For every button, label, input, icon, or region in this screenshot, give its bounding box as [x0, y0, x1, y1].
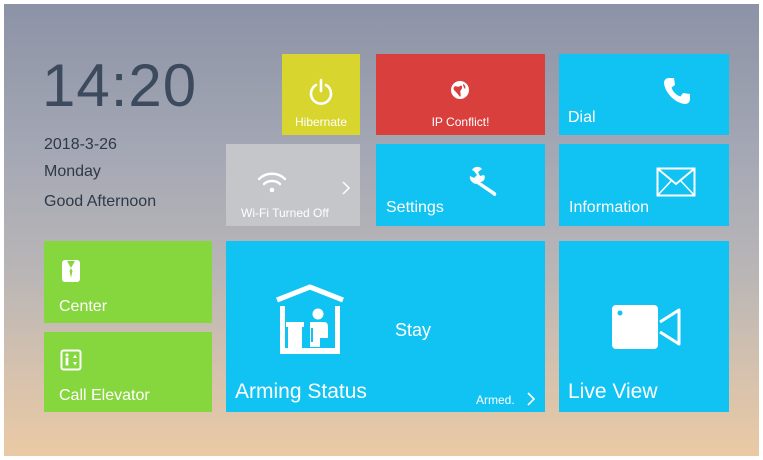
ip-conflict-label: IP Conflict! [431, 115, 490, 129]
call-elevator-label: Call Elevator [59, 387, 150, 404]
wifi-icon [257, 172, 287, 193]
information-label: Information [569, 199, 650, 216]
clock-time: 14:20 [42, 52, 198, 119]
arming-status-label: Arming Status [235, 380, 367, 403]
globe-icon [451, 81, 469, 99]
ip-conflict-tile[interactable]: IP Conflict! [376, 54, 545, 135]
call-elevator-tile[interactable]: Call Elevator [44, 332, 212, 412]
arming-status-tile[interactable]: Stay Arming Status Armed. [226, 241, 545, 412]
center-tile[interactable]: Center [44, 241, 212, 323]
live-view-label: Live View [568, 380, 658, 403]
chevron-right-icon [527, 392, 536, 406]
hibernate-label: Hibernate [294, 115, 348, 129]
envelope-icon [656, 167, 696, 197]
live-view-tile[interactable]: Live View [559, 241, 729, 412]
chevron-right-icon [342, 181, 351, 195]
dial-label: Dial [568, 109, 596, 126]
settings-tile[interactable]: Settings [376, 144, 545, 226]
greeting-text: Good Afternoon [44, 193, 157, 210]
phone-icon [664, 78, 690, 104]
home-screen: 14:20 2018-3-26 Monday Good Afternoon Hi… [4, 4, 759, 456]
stay-home-icon [276, 284, 344, 354]
date-text: 2018-3-26 [44, 136, 117, 153]
weekday-text: Monday [44, 163, 101, 180]
elevator-icon [60, 349, 82, 371]
information-tile[interactable]: Information [559, 144, 729, 226]
arming-mode-text: Stay [395, 320, 432, 340]
wifi-tile[interactable]: Wi-Fi Turned Off [226, 144, 360, 226]
wifi-label: Wi-Fi Turned Off [241, 206, 329, 220]
video-camera-icon [612, 305, 681, 349]
wrench-icon [469, 166, 497, 197]
power-icon [309, 78, 333, 105]
user-icon [62, 260, 80, 282]
center-label: Center [59, 298, 108, 315]
hibernate-tile[interactable]: Hibernate [282, 54, 360, 135]
dial-tile[interactable]: Dial [559, 54, 729, 135]
armed-status-text: Armed. [476, 393, 515, 407]
settings-label: Settings [386, 199, 444, 216]
